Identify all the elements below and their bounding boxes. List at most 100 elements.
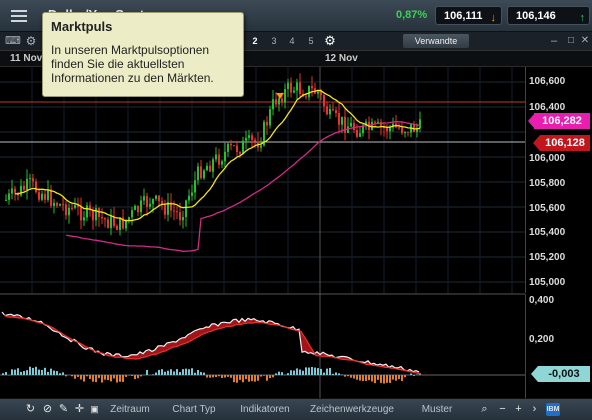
histogram-bar [380,375,382,383]
histogram-bar [272,375,274,377]
histogram-bar [365,375,367,381]
histogram-bar [2,373,4,375]
oscillator-axis[interactable]: 0,400 0,200 [525,294,592,398]
tab-muster[interactable]: Muster [414,402,460,417]
candle-body [23,186,25,190]
histogram-bar [32,368,34,375]
candle-body [197,166,199,180]
candle-body [293,91,295,93]
candle-body [266,122,268,125]
sell-tag-pointer [533,135,540,151]
histogram-bar [116,375,118,383]
histogram-bar [170,369,172,375]
histogram-bar [260,375,262,377]
histogram-bar [167,371,169,375]
histogram-bar [374,375,376,383]
histogram-bar [161,369,163,375]
candle-body [242,141,244,154]
candle-body [158,195,160,200]
candle-body [80,207,82,221]
osc-tick: 0,200 [529,334,554,345]
histogram-bar [92,375,94,382]
candle-body [206,166,208,171]
candle-body [299,82,301,93]
candle-body [329,109,331,114]
tooltip-title: Marktpuls [51,19,112,34]
histogram-bar [395,375,397,381]
price-axis[interactable]: 106,600 106,400 106,000 105,800 105,600 … [525,67,592,293]
histogram-bar [14,370,16,375]
histogram-bar [353,375,355,379]
ma-fast-line [15,90,420,220]
histogram-bar [296,368,298,375]
candle-body [191,193,193,196]
search-icon[interactable]: ⌕ [478,403,491,416]
candle-body [59,204,61,206]
histogram-bar [200,372,202,375]
no-icon[interactable]: ⊘ [41,403,54,416]
histogram-bar [11,369,13,375]
histogram-bar [269,375,271,378]
zoom-out-icon[interactable]: − [496,403,509,416]
candle-body [101,217,103,218]
histogram-bar [215,375,217,377]
histogram-bar [368,375,370,380]
refresh-icon[interactable]: ↻ [24,403,37,416]
crosshair-icon[interactable]: ✛ [73,403,86,416]
histogram-bar [398,375,400,379]
tab-indikatoren[interactable]: Indikatoren [231,402,299,417]
candle-body [269,109,271,125]
histogram-bar [221,375,223,378]
candle-body [239,152,241,154]
tab-zeitraum[interactable]: Zeitraum [100,402,160,417]
candle-body [50,189,52,205]
histogram-bar [251,375,253,381]
histogram-bar [401,375,403,381]
histogram-bar [266,375,268,381]
histogram-bar [89,375,91,379]
chevron-right-icon[interactable]: › [528,403,541,416]
histogram-bar [71,375,73,376]
histogram-bar [131,375,133,376]
candle-body [356,130,358,137]
histogram-bar [212,375,214,377]
oscillator-fill [2,312,421,374]
histogram-bar [287,373,289,375]
candle-body [194,180,196,192]
candle-body [401,128,403,133]
bottom-toolbar: ↻ ⊘ ✎ ✛ ▣ Zeitraum Chart Typ Indikatoren… [0,398,592,420]
candle-body [398,127,400,128]
histogram-bar [239,375,241,380]
histogram-bar [113,375,115,378]
histogram-bar [107,375,109,380]
histogram-bar [134,375,136,379]
candle-body [251,135,253,140]
candle-body [131,210,133,217]
candle-body [419,119,421,128]
histogram-bar [290,370,292,375]
tab-zeichenwerkzeuge[interactable]: Zeichenwerkzeuge [306,402,398,417]
osc-tick: 0,400 [529,295,554,306]
histogram-bar [38,370,40,375]
histogram-bar [53,371,55,375]
histogram-bar [80,375,82,379]
histogram-bar [332,374,334,375]
buy-tag-pointer [528,113,535,129]
candle-body [188,196,190,201]
tooltip-body: In unseren Marktpulsoptionen finden Sie … [51,43,241,85]
histogram-bar [203,373,205,375]
histogram-bar [155,372,157,375]
candle-body [389,127,391,131]
histogram-bar [77,375,79,377]
candle-body [386,128,388,132]
histogram-bar [314,368,316,375]
pencil-icon[interactable]: ✎ [57,403,70,416]
histogram-bar [179,372,181,375]
histogram-bar [329,368,331,375]
zoom-in-icon[interactable]: + [512,403,525,416]
histogram-bar [26,370,28,375]
candle-body [140,200,142,212]
histogram-bar [308,368,310,375]
market-pulse-tooltip[interactable]: Marktpuls In unseren Marktpulsoptionen f… [42,12,244,97]
tab-chart-typ[interactable]: Chart Typ [165,402,223,417]
